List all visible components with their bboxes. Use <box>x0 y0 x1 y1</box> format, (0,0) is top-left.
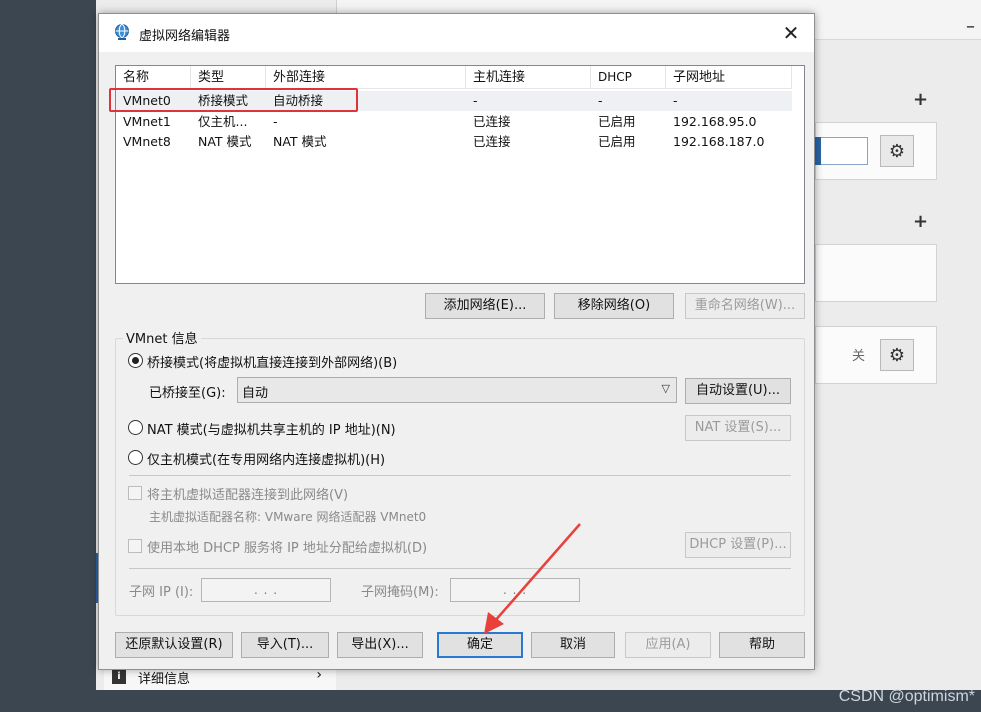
add-icon[interactable]: + <box>913 89 928 110</box>
nat-settings-button[interactable]: NAT 设置(S)... <box>685 415 791 441</box>
rename-network-button[interactable]: 重命名网络(W)... <box>685 293 805 319</box>
network-globe-icon <box>115 24 129 40</box>
ok-button[interactable]: 确定 <box>437 632 523 658</box>
details-label: 详细信息 <box>138 672 191 687</box>
subnet-mask-input[interactable]: . . . <box>450 578 580 602</box>
column-header-host[interactable]: 主机连接 <box>466 66 591 89</box>
connect-adapter-checkbox[interactable] <box>128 486 142 500</box>
divider <box>129 568 791 569</box>
bridge-mode-label[interactable]: 桥接模式(将虚拟机直接连接到外部网络)(B) <box>147 352 397 371</box>
cell-subnet: 192.168.95.0 <box>673 114 757 129</box>
help-button[interactable]: 帮助 <box>719 632 805 658</box>
info-icon: i <box>112 670 126 684</box>
annotation-highlight-box <box>109 88 358 112</box>
export-button[interactable]: 导出(X)... <box>337 632 423 658</box>
dialog-title: 虚拟网络编辑器 <box>139 29 231 44</box>
cell-name: VMnet8 <box>123 134 171 149</box>
off-label: 关 <box>852 349 866 364</box>
use-dhcp-checkbox[interactable] <box>128 539 142 553</box>
background-card <box>815 244 937 302</box>
cell-subnet: - <box>673 93 678 108</box>
column-header-subnet[interactable]: 子网地址 <box>666 66 792 89</box>
background-toggle[interactable] <box>815 137 868 165</box>
chevron-down-icon: ▽ <box>661 382 670 395</box>
bridged-to-value: 自动 <box>242 386 269 401</box>
subnet-mask-label: 子网掩码(M): <box>361 585 439 600</box>
virtual-network-editor-dialog: 虚拟网络编辑器 ✕ 名称 类型 外部连接 主机连接 DHCP 子网地址 VMne… <box>98 13 815 670</box>
use-dhcp-label[interactable]: 使用本地 DHCP 服务将 IP 地址分配给虚拟机(D) <box>147 537 427 556</box>
subnet-ip-label: 子网 IP (I): <box>129 585 194 600</box>
restore-defaults-button[interactable]: 还原默认设置(R) <box>115 632 233 658</box>
apply-button[interactable]: 应用(A) <box>625 632 711 658</box>
column-header-dhcp[interactable]: DHCP <box>591 66 666 89</box>
cell-subnet: 192.168.187.0 <box>673 134 765 149</box>
column-header-external[interactable]: 外部连接 <box>266 66 466 89</box>
watermark: CSDN @optimism* <box>838 688 975 705</box>
column-header-type[interactable]: 类型 <box>191 66 266 89</box>
cell-dhcp: 已启用 <box>598 134 636 149</box>
cell-host: 已连接 <box>473 134 511 149</box>
cell-name: VMnet1 <box>123 114 171 129</box>
connect-adapter-label[interactable]: 将主机虚拟适配器连接到此网络(V) <box>147 484 348 503</box>
cancel-button[interactable]: 取消 <box>531 632 615 658</box>
cell-dhcp: 已启用 <box>598 114 636 129</box>
remove-network-button[interactable]: 移除网络(O) <box>554 293 674 319</box>
gear-icon: ⚙ <box>888 344 906 366</box>
bridged-to-label: 已桥接至(G): <box>149 386 226 401</box>
nat-mode-label[interactable]: NAT 模式(与虚拟机共享主机的 IP 地址)(N) <box>147 419 396 438</box>
cell-external: NAT 模式 <box>273 134 327 149</box>
vmnet-info-label: VMnet 信息 <box>123 328 201 347</box>
host-only-radio[interactable] <box>128 450 143 465</box>
table-row[interactable]: VMnet8 NAT 模式 NAT 模式 已连接 已启用 192.168.187… <box>116 132 792 152</box>
cell-host: 已连接 <box>473 114 511 129</box>
minimize-icon[interactable]: – <box>966 16 975 37</box>
settings-gear-button[interactable]: ⚙ <box>880 135 914 167</box>
cell-host: - <box>473 93 478 108</box>
close-icon[interactable]: ✕ <box>768 14 814 52</box>
background-card <box>815 326 937 384</box>
add-icon[interactable]: + <box>913 211 928 232</box>
adapter-name-label: 主机虚拟适配器名称: VMware 网络适配器 VMnet0 <box>149 510 427 524</box>
column-header-name[interactable]: 名称 <box>116 66 191 89</box>
bridged-to-select[interactable]: 自动 ▽ <box>237 377 677 403</box>
add-network-button[interactable]: 添加网络(E)... <box>425 293 545 319</box>
cell-dhcp: - <box>598 93 603 108</box>
subnet-ip-input[interactable]: . . . <box>201 578 331 602</box>
cell-type: NAT 模式 <box>198 134 252 149</box>
table-row[interactable]: VMnet1 仅主机... - 已连接 已启用 192.168.95.0 <box>116 112 792 132</box>
import-button[interactable]: 导入(T)... <box>241 632 329 658</box>
dhcp-settings-button[interactable]: DHCP 设置(P)... <box>685 532 791 558</box>
settings-gear-button[interactable]: ⚙ <box>880 339 914 371</box>
gear-icon: ⚙ <box>888 140 906 162</box>
host-only-label[interactable]: 仅主机模式(在专用网络内连接虚拟机)(H) <box>147 449 385 468</box>
list-header: 名称 类型 外部连接 主机连接 DHCP 子网地址 <box>116 66 792 89</box>
titlebar: 虚拟网络编辑器 ✕ <box>99 14 814 52</box>
auto-settings-button[interactable]: 自动设置(U)... <box>685 378 791 404</box>
nat-mode-radio[interactable] <box>128 420 143 435</box>
bridge-mode-radio[interactable] <box>128 353 143 368</box>
divider <box>129 475 791 476</box>
cell-external: - <box>273 114 278 129</box>
cell-type: 仅主机... <box>198 114 248 129</box>
